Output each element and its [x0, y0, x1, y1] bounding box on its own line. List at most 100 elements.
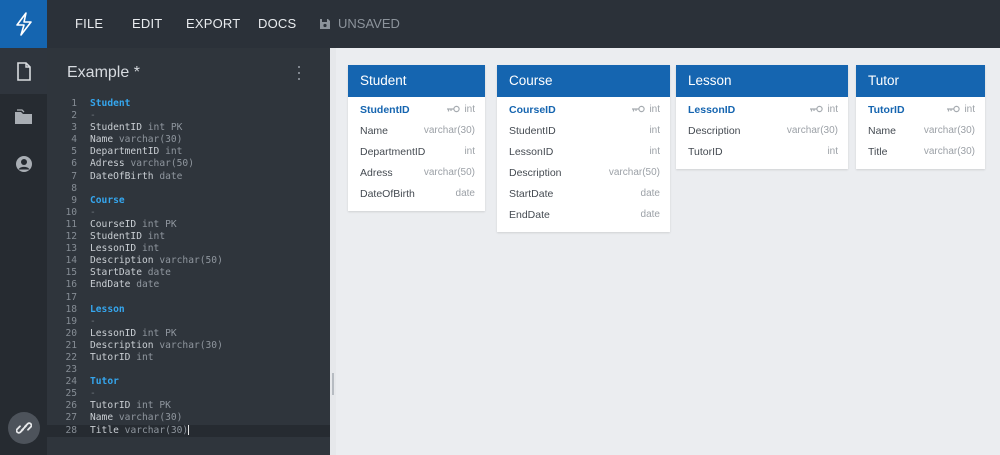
code-type-token: date [159, 170, 183, 182]
code-line[interactable]: 1 Student [47, 98, 330, 110]
line-number: 3 [71, 122, 77, 134]
field-name: TutorID [868, 104, 905, 116]
field-row[interactable]: Name varchar(30) [348, 121, 485, 142]
field-type-label: varchar(50) [608, 167, 660, 178]
docs-menu[interactable]: DOCS [258, 16, 296, 31]
code-line[interactable]: 22 TutorID int [47, 352, 330, 364]
field-row[interactable]: Description varchar(50) [497, 163, 670, 184]
line-number: 20 [65, 327, 77, 339]
field-row[interactable]: TutorID int [856, 100, 985, 121]
line-number: 7 [71, 170, 77, 182]
code-line[interactable]: 17 [47, 292, 330, 304]
field-row[interactable]: StartDate date [497, 184, 670, 205]
code-text: Tutor [90, 376, 119, 388]
field-row[interactable]: StudentID int [348, 100, 485, 121]
code-line[interactable]: 24 Tutor [47, 376, 330, 388]
line-number: 19 [65, 315, 77, 327]
field-row[interactable]: DepartmentID int [348, 142, 485, 163]
field-type-label: int [649, 104, 660, 115]
splitter-grip[interactable] [332, 373, 334, 395]
code-line[interactable]: 18 Lesson [47, 304, 330, 316]
field-row[interactable]: StudentID int [497, 121, 670, 142]
field-row[interactable]: EndDate date [497, 205, 670, 226]
field-row[interactable]: Title varchar(30) [856, 142, 985, 163]
code-line[interactable]: 3 StudentID int PK [47, 122, 330, 134]
code-token: - [90, 206, 96, 218]
field-row[interactable]: TutorID int [676, 142, 848, 163]
field-type-label: date [640, 188, 660, 199]
table-card-fields: TutorID int Name varchar(30) Title varchar(30… [856, 97, 985, 169]
code-line[interactable]: 9 Course [47, 195, 330, 207]
folder-icon[interactable] [0, 94, 47, 140]
line-number: 24 [65, 376, 77, 388]
edit-menu[interactable]: EDIT [132, 16, 162, 31]
code-token: StudentID [90, 231, 142, 243]
code-line[interactable]: 25 - [47, 388, 330, 400]
code-line[interactable]: 8 [47, 183, 330, 195]
code-line[interactable]: 12 StudentID int [47, 231, 330, 243]
field-row[interactable]: Name varchar(30) [856, 121, 985, 142]
field-row[interactable]: LessonID int [676, 100, 848, 121]
diagram-canvas[interactable]: Student StudentID int Name varchar(30) Depart… [336, 48, 1000, 455]
code-line[interactable]: 26 TutorID int PK [47, 400, 330, 412]
code-type-token: int PK [142, 327, 177, 339]
line-number: 12 [65, 231, 77, 243]
code-line[interactable]: 15 StartDate date [47, 267, 330, 279]
field-row[interactable]: LessonID int [497, 142, 670, 163]
save-status[interactable]: UNSAVED [319, 16, 400, 31]
code-line[interactable]: 2- [47, 110, 330, 122]
code-line[interactable]: 14 Description varchar(50) [47, 255, 330, 267]
field-row[interactable]: Description varchar(30) [676, 121, 848, 142]
code-text: Lesson [90, 304, 125, 316]
link-icon[interactable] [8, 412, 40, 444]
code-type-token: int [147, 231, 166, 243]
field-name: StartDate [509, 188, 554, 200]
field-type: varchar(30) [424, 125, 475, 136]
field-row[interactable]: DateOfBirth date [348, 184, 485, 205]
more-vertical-icon[interactable] [293, 66, 305, 80]
code-text: TutorID int PK [90, 400, 171, 412]
code-line[interactable]: 28 Title varchar(30) [47, 424, 330, 437]
field-row[interactable]: Adress varchar(50) [348, 163, 485, 184]
code-line[interactable]: 16 EndDate date [47, 279, 330, 291]
code-line[interactable]: 10 - [47, 207, 330, 219]
field-row[interactable]: CourseID int [497, 100, 670, 121]
table-card[interactable]: Lesson LessonID int Description varchar(30) T… [676, 65, 848, 169]
line-number: 1 [71, 98, 77, 109]
line-number: 21 [65, 339, 77, 351]
code-token: - [90, 110, 96, 122]
document-title[interactable]: Example * [67, 64, 140, 82]
code-line[interactable]: 4 Name varchar(30) [47, 134, 330, 146]
field-name: Description [688, 125, 741, 137]
code-line[interactable]: 19 - [47, 316, 330, 328]
field-type: int [631, 104, 660, 115]
code-line[interactable]: 11 CourseID int PK [47, 219, 330, 231]
field-type: int [946, 104, 975, 115]
field-type-label: date [640, 209, 660, 220]
code-editor[interactable]: 1 Student 2-3 StudentID int PK 4 Name varchar… [47, 98, 330, 437]
code-line[interactable]: 23 [47, 364, 330, 376]
table-card[interactable]: Tutor TutorID int Name varchar(30) Title varch… [856, 65, 985, 169]
code-line[interactable]: 13 LessonID int [47, 243, 330, 255]
code-line[interactable]: 20 LessonID int PK [47, 328, 330, 340]
code-type-token: int PK [147, 122, 183, 134]
code-line[interactable]: 5 DepartmentID int [47, 146, 330, 158]
line-number: 17 [65, 291, 77, 303]
line-number: 10 [65, 206, 77, 218]
code-token: EndDate [90, 279, 131, 291]
code-line[interactable]: 7 DateOfBirth date [47, 171, 330, 183]
code-text: Course [90, 195, 125, 207]
code-text: CourseID int PK [90, 219, 177, 231]
table-card[interactable]: Course CourseID int StudentID int LessonID int… [497, 65, 670, 232]
code-type-token: int [142, 243, 160, 255]
file-menu[interactable]: FILE [75, 16, 103, 31]
lightning-logo-icon[interactable] [0, 0, 47, 48]
export-menu[interactable]: EXPORT [186, 16, 240, 31]
code-line[interactable]: 21 Description varchar(30) [47, 340, 330, 352]
code-line[interactable]: 27 Name varchar(30) [47, 412, 330, 424]
document-icon[interactable] [0, 48, 47, 94]
user-account-icon[interactable] [0, 141, 47, 187]
table-card[interactable]: Student StudentID int Name varchar(30) Depart… [348, 65, 485, 211]
code-line[interactable]: 6 Adress varchar(50) [47, 158, 330, 170]
code-token: LessonID [90, 327, 137, 339]
